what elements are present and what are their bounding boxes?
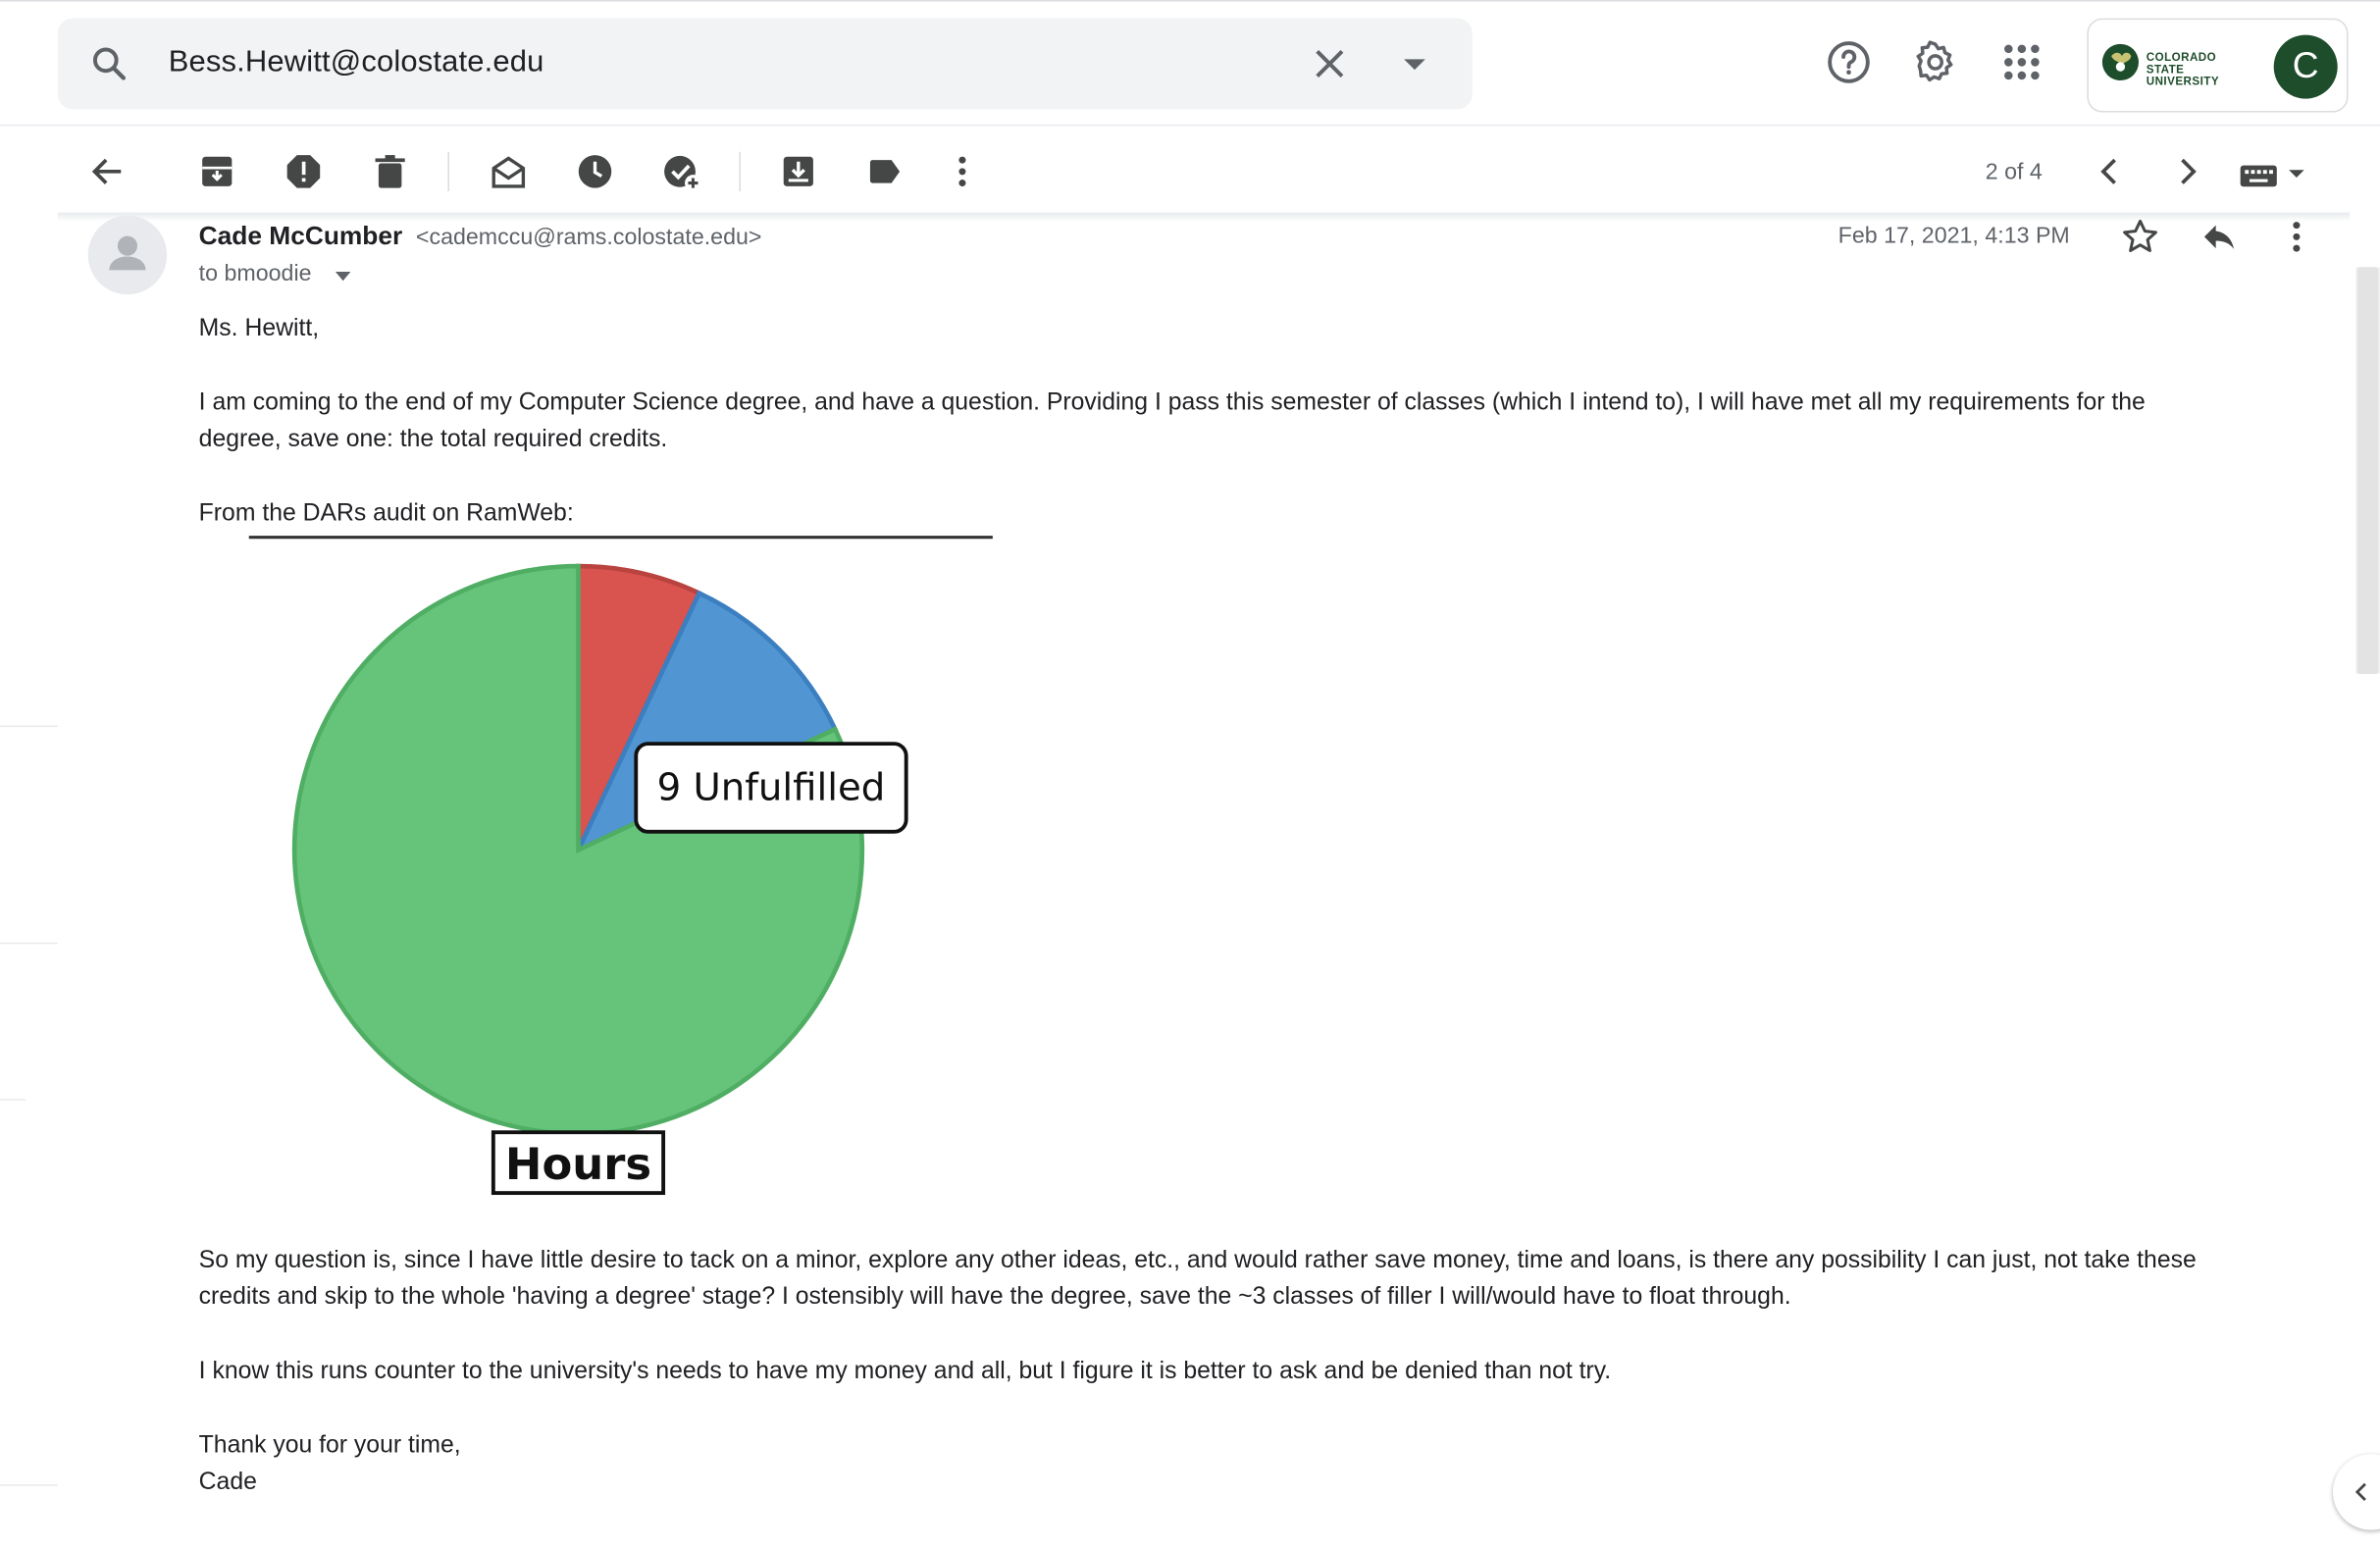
back-icon[interactable]: [88, 152, 128, 191]
clear-search-icon[interactable]: [1309, 42, 1351, 84]
recipient-line: to bmoodie: [198, 261, 312, 287]
search-bar[interactable]: Bess.Hewitt@colostate.edu: [57, 18, 1473, 110]
older-icon[interactable]: [2167, 152, 2206, 191]
caption-label: Hours: [505, 1138, 651, 1190]
toolbar-separator: [739, 151, 742, 191]
sender-name[interactable]: Cade McCumber: [199, 222, 403, 252]
left-panel-divider: [0, 942, 58, 945]
archive-icon[interactable]: [197, 152, 236, 191]
search-options-icon[interactable]: [1400, 52, 1430, 77]
search-input[interactable]: Bess.Hewitt@colostate.edu: [169, 45, 544, 80]
toolbar-separator: [447, 151, 449, 191]
annotation-callout: 9 Unfulfilled: [634, 742, 908, 834]
more-icon[interactable]: [943, 152, 982, 191]
pager-count: 2 of 4: [1985, 159, 2043, 185]
paragraph-1-line-2: degree, save one: the total required cre…: [198, 426, 668, 453]
show-details-icon[interactable]: [334, 270, 352, 282]
top-border: [0, 0, 2380, 2]
label-icon[interactable]: [865, 152, 905, 191]
paragraph-2-line-1: So my question is, since I have little d…: [198, 1247, 2197, 1274]
logo-text-line2: UNIVERSITY: [2146, 74, 2220, 88]
logo-text-line1: COLORADO STATE: [2146, 50, 2217, 77]
search-icon[interactable]: [88, 42, 130, 84]
caption-box: Hours: [491, 1130, 666, 1196]
reply-icon[interactable]: [2198, 217, 2240, 256]
add-to-tasks-icon[interactable]: [662, 152, 701, 191]
newer-icon[interactable]: [2090, 152, 2129, 191]
message-more-icon[interactable]: [2277, 217, 2316, 256]
sender-avatar[interactable]: [87, 215, 168, 295]
mark-unread-icon[interactable]: [489, 152, 528, 191]
delete-icon[interactable]: [371, 152, 410, 191]
dars-pie-chart: 9 Unfulfilled Hours: [248, 536, 993, 1196]
toolbar-shadow: [57, 212, 2351, 222]
help-icon[interactable]: [1826, 39, 1871, 84]
account-switcher[interactable]: COLORADO STATE UNIVERSITY C: [2087, 18, 2349, 113]
snooze-icon[interactable]: [575, 152, 614, 191]
paragraph-1-line-1: I am coming to the end of my Computer Sc…: [198, 389, 2146, 416]
header-divider: [0, 124, 2380, 127]
ram-logo-icon: [2101, 43, 2140, 81]
signature: Cade: [198, 1469, 257, 1495]
university-logo: COLORADO STATE UNIVERSITY: [2100, 41, 2252, 88]
annotation-label: 9 Unfulfilled: [657, 765, 886, 809]
left-panel-divider: [0, 1484, 58, 1486]
settings-icon[interactable]: [1912, 39, 1957, 84]
star-icon[interactable]: [2120, 217, 2159, 256]
paragraph-3: I know this runs counter to the universi…: [198, 1358, 1612, 1385]
scrollbar-thumb[interactable]: [2356, 267, 2379, 674]
closing: Thank you for your time,: [198, 1432, 461, 1459]
chevron-left-icon: [2354, 1482, 2366, 1502]
input-tools-icon[interactable]: [2238, 158, 2310, 191]
sender-email: <cademccu@rams.colostate.edu>: [415, 224, 762, 251]
greeting: Ms. Hewitt,: [198, 315, 320, 342]
report-spam-icon[interactable]: [284, 152, 323, 191]
apps-icon[interactable]: [1999, 39, 2044, 84]
avatar[interactable]: C: [2273, 34, 2338, 99]
left-panel-divider: [0, 1099, 26, 1101]
side-panel-toggle[interactable]: [2333, 1454, 2380, 1530]
person-icon: [109, 235, 146, 271]
message-date: Feb 17, 2021, 4:13 PM: [1837, 223, 2070, 249]
paragraph-2-line-2: credits and skip to the whole 'having a …: [198, 1283, 1791, 1311]
move-to-icon[interactable]: [779, 152, 818, 191]
left-panel-divider: [0, 725, 58, 728]
